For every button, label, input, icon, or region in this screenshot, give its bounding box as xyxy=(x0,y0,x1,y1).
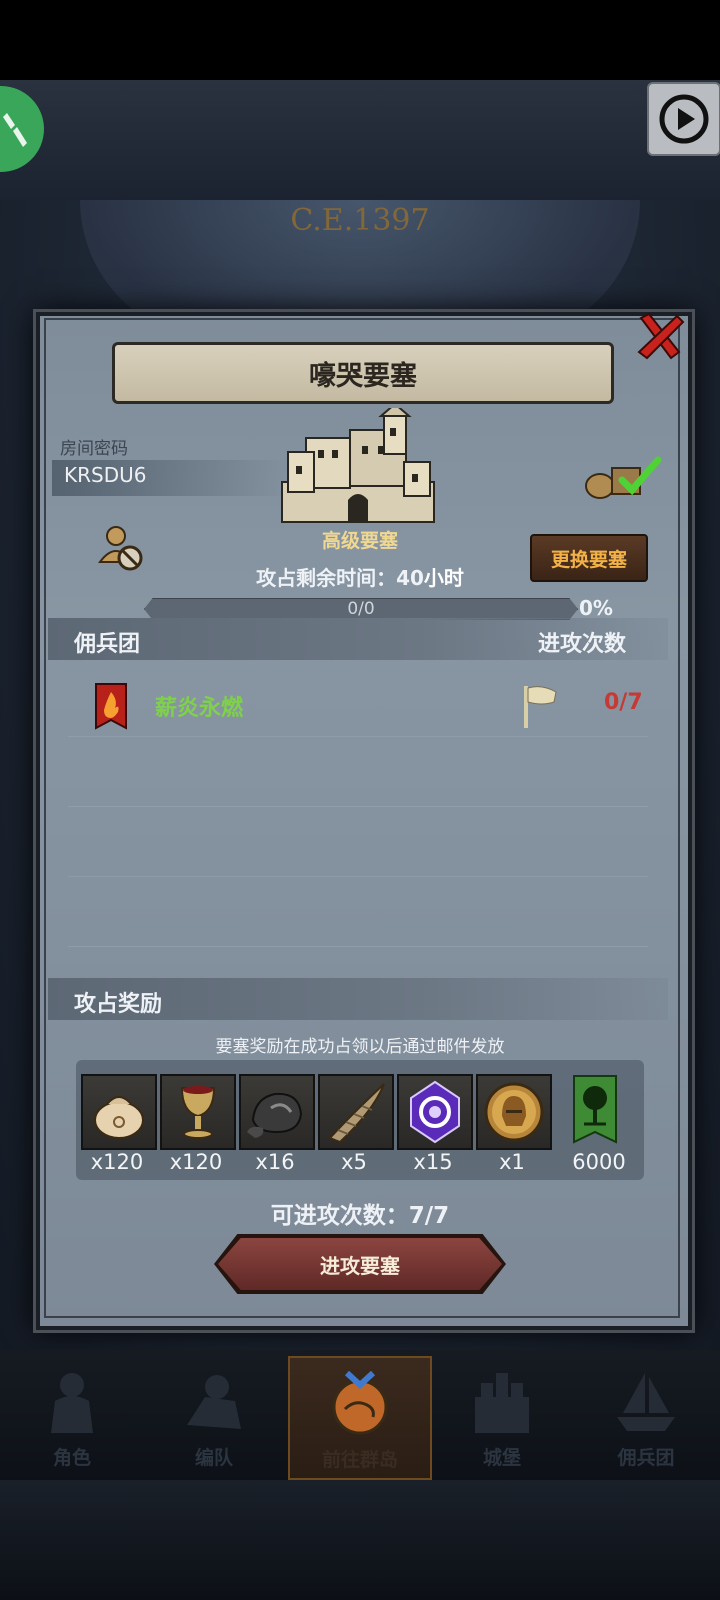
reward-qty: x5 xyxy=(341,1150,367,1174)
nav-islands[interactable]: 前往群岛 xyxy=(288,1356,432,1480)
knight-icon xyxy=(51,1373,93,1433)
attack-fortress-button[interactable]: 进攻要塞 xyxy=(218,1238,502,1290)
capture-progress-text: 0/0 xyxy=(347,599,375,619)
nav-label: 前往群岛 xyxy=(321,1449,398,1471)
island-map-icon xyxy=(332,1370,388,1435)
attacks-header-label: 进攻次数 xyxy=(538,632,627,657)
remaining-time-value: 攻占剩余时间：40 xyxy=(256,566,424,590)
fortress-grade: 高级要塞 xyxy=(321,530,398,552)
rewards-note: 要塞奖励在成功占领以后通过邮件发放 xyxy=(215,1037,505,1057)
remaining-time: 攻占剩余时间：40小时 xyxy=(200,562,520,591)
era-label: C.E.1397 xyxy=(290,203,430,238)
guild-name[interactable]: 薪炎永燃 xyxy=(155,690,243,722)
reward-item[interactable] xyxy=(318,1074,394,1150)
ore-icon xyxy=(247,1092,303,1138)
wrench-icon xyxy=(3,113,27,147)
available-attacks: 可进攻次数：7/7 xyxy=(270,1203,450,1229)
hud-band xyxy=(0,80,720,200)
close-icon xyxy=(637,312,685,360)
room-code: KRSDU6 xyxy=(64,463,147,487)
dialog-title: 嚎哭要塞 xyxy=(112,342,614,404)
helmet-medal-icon xyxy=(484,1082,544,1142)
fortress-image xyxy=(281,408,435,523)
reward-claimed-icon[interactable] xyxy=(582,452,666,502)
nav-castle[interactable]: 城堡 xyxy=(432,1356,572,1476)
record-play-button[interactable] xyxy=(647,82,720,156)
purple-crystal-icon xyxy=(410,1080,460,1144)
mercenary-ship-icon xyxy=(617,1373,675,1431)
row-divider xyxy=(68,946,648,947)
nav-mercenary[interactable]: 佣兵团 xyxy=(576,1356,716,1476)
reward-qty: x15 xyxy=(413,1150,453,1174)
capture-progress-percent: 0% xyxy=(579,596,613,620)
reward-qty: 6000 xyxy=(572,1150,626,1174)
change-fortress-button[interactable]: 更换要塞 xyxy=(530,534,648,582)
nav-label: 角色 xyxy=(52,1447,91,1469)
row-divider xyxy=(68,736,648,737)
attack-flag-icon xyxy=(524,686,557,728)
reward-qty: x120 xyxy=(90,1150,144,1174)
no-member-icon[interactable] xyxy=(96,524,146,574)
nav-label: 城堡 xyxy=(482,1447,521,1469)
bottom-band xyxy=(0,1480,720,1600)
remaining-time-unit: 小时 xyxy=(423,566,464,590)
reward-item[interactable] xyxy=(476,1074,552,1150)
status-bar-area xyxy=(0,0,720,80)
reward-item[interactable] xyxy=(160,1074,236,1150)
money-bag-icon xyxy=(94,1096,144,1139)
rewards-header-label: 攻占奖励 xyxy=(74,992,163,1017)
formation-icon xyxy=(187,1375,241,1429)
reward-item[interactable] xyxy=(81,1074,157,1150)
nav-label: 佣兵团 xyxy=(617,1447,675,1469)
close-button[interactable] xyxy=(632,308,688,364)
nav-label: 编队 xyxy=(194,1447,233,1469)
reward-qty: x1 xyxy=(499,1150,525,1174)
reward-qty: x16 xyxy=(255,1150,295,1174)
castle-icon xyxy=(475,1373,529,1433)
reward-qty: x120 xyxy=(169,1150,223,1174)
reward-item[interactable] xyxy=(570,1074,620,1146)
nav-formation[interactable]: 编队 xyxy=(144,1356,284,1476)
room-code-label: 房间密码 xyxy=(60,439,128,459)
reward-item[interactable] xyxy=(397,1074,473,1150)
reward-item[interactable] xyxy=(239,1074,315,1150)
flame-banner-icon xyxy=(95,683,127,730)
guild-attack-count: 0/7 xyxy=(604,690,643,715)
row-divider xyxy=(68,806,648,807)
guild-header-label: 佣兵团 xyxy=(74,632,141,657)
play-circle-icon xyxy=(659,94,709,144)
tree-banner-icon xyxy=(573,1075,617,1144)
nav-role[interactable]: 角色 xyxy=(2,1356,142,1476)
capture-progress-bar: 0/0 xyxy=(144,598,578,620)
row-divider xyxy=(68,876,648,877)
horn-icon xyxy=(328,1083,385,1144)
goblet-icon xyxy=(180,1086,216,1139)
